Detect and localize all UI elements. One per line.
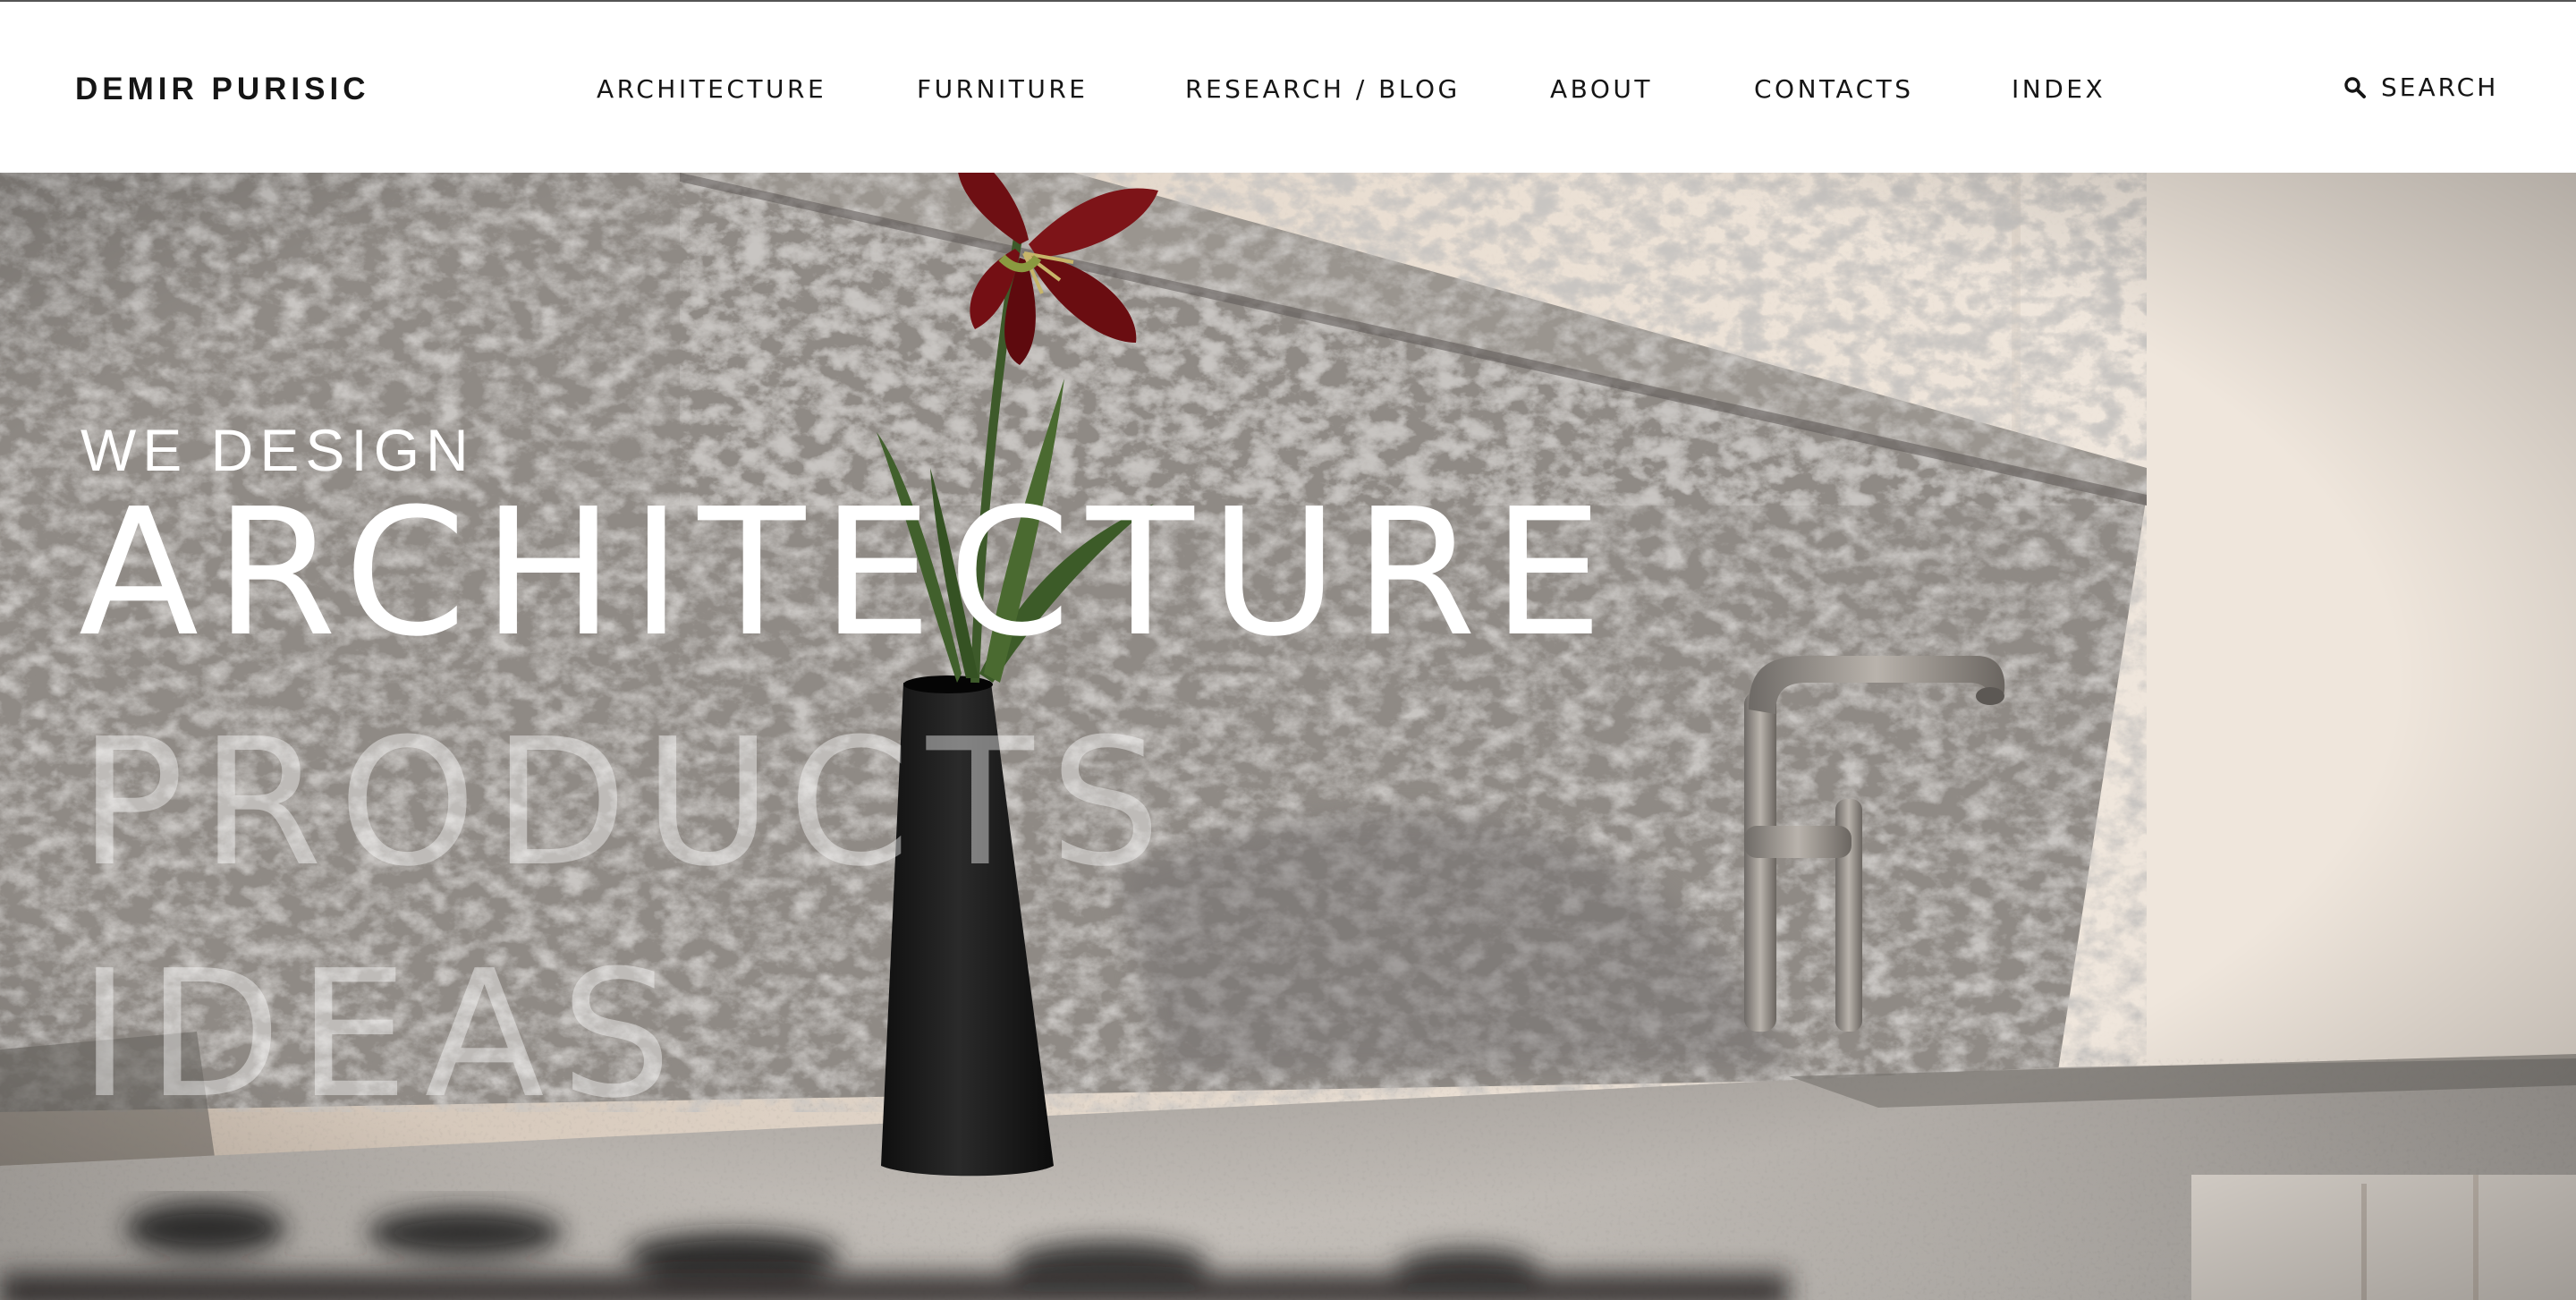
search-icon [2344,77,2366,98]
nav-item-about[interactable]: ABOUT [1550,73,1653,106]
page: DEMIR PURISIC ARCHITECTURE FURNITURE RES… [0,0,2576,1300]
nav-item-research-blog[interactable]: RESEARCH / BLOG [1185,73,1461,106]
search-label: SEARCH [2381,72,2499,102]
site-header: DEMIR PURISIC ARCHITECTURE FURNITURE RES… [0,0,2576,173]
brand-logo[interactable]: DEMIR PURISIC [75,70,369,109]
hero-section: WE DESIGN ARCHITECTURE PRODUCTS IDEAS [0,173,2576,1300]
hero-word-products[interactable]: PRODUCTS [79,714,1177,893]
hero-word-ideas[interactable]: IDEAS [79,946,688,1125]
hero-word-architecture[interactable]: ARCHITECTURE [79,484,1619,663]
nav-item-furniture[interactable]: FURNITURE [917,73,1089,106]
nav-item-contacts[interactable]: CONTACTS [1754,73,1914,106]
search-button[interactable]: SEARCH [2343,72,2498,104]
nav-item-architecture[interactable]: ARCHITECTURE [597,73,826,106]
nav-item-index[interactable]: INDEX [2012,73,2106,106]
